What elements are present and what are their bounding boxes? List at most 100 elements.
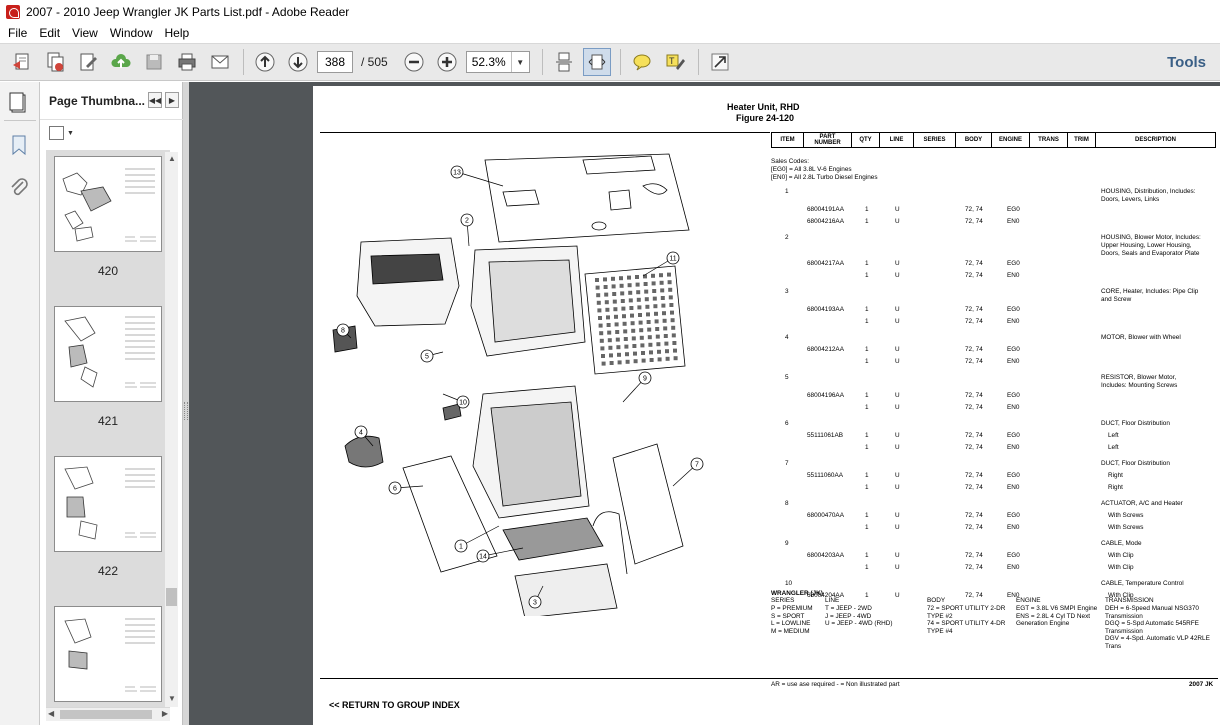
thumbnail-horizontal-scrollbar[interactable]: ◀ ▶ [46, 707, 170, 721]
part-number: 68004191AA [807, 206, 844, 213]
create-pdf-button[interactable] [8, 48, 36, 76]
core-cell [644, 297, 649, 302]
zoom-out-button[interactable] [400, 48, 428, 76]
combine-files-button[interactable] [41, 48, 69, 76]
core-cell [598, 316, 602, 320]
part-qty: 1 [865, 444, 869, 451]
document-area[interactable]: Heater Unit, RHD Figure 24-120 ITEM PART… [189, 82, 1220, 725]
add-comment-button[interactable] [628, 48, 656, 76]
part-body: 72, 74 [965, 318, 983, 325]
legend-body-entry: 74 = SPORT UTILITY 4-DR [927, 620, 1006, 627]
previous-page-button[interactable] [251, 48, 279, 76]
thumbnail-options-button[interactable]: ▼ [49, 126, 74, 140]
core-cell [639, 328, 644, 333]
thumbnail-vertical-scrollbar[interactable]: ▲ ▼ [165, 152, 178, 707]
legend-trans-entry: Transmission [1105, 612, 1143, 620]
callout-number: 2 [465, 218, 469, 225]
core-cell [605, 307, 610, 312]
highlight-text-button[interactable]: T [661, 48, 689, 76]
callout-leader [456, 171, 504, 187]
core-cell [656, 342, 661, 347]
core-cell [609, 353, 613, 358]
thumbnail-page-420[interactable]: 420 [54, 156, 162, 278]
print-button[interactable] [173, 48, 201, 76]
collapse-panel-button[interactable]: ◀◀ [148, 92, 162, 108]
thumbnail-image [54, 156, 162, 252]
email-button[interactable] [206, 48, 234, 76]
expand-button[interactable] [706, 48, 734, 76]
part-qty: 1 [865, 358, 869, 365]
thumbnail-page-421[interactable]: 421 [54, 306, 162, 428]
page-number-input[interactable]: 388 [317, 51, 353, 73]
thumbnail-image [54, 606, 162, 702]
pdf-page: Heater Unit, RHD Figure 24-120 ITEM PART… [313, 86, 1220, 725]
thumbnails-panel: Page Thumbna... ◀◀ ▶ ▼ 420 421 422 ▲ ▼ ◀… [40, 82, 183, 725]
scrollbar-thumb[interactable] [166, 588, 177, 606]
toolbar-separator [697, 49, 699, 75]
core-cell [643, 282, 648, 286]
thumbnail-list[interactable]: 420 421 422 [46, 150, 170, 710]
splitter-grip[interactable] [184, 402, 188, 420]
chevron-down-icon[interactable]: ▼ [510, 52, 529, 72]
fit-page-button[interactable] [582, 48, 611, 76]
core-cell [607, 338, 612, 343]
core-cell [660, 288, 665, 293]
col-body: BODY [956, 133, 992, 147]
scroll-left-icon[interactable]: ◀ [48, 709, 54, 718]
zoom-in-button[interactable] [433, 48, 461, 76]
core-cell [611, 284, 616, 289]
bookmark-icon [12, 135, 26, 156]
core-cell [629, 306, 634, 310]
upload-button[interactable] [107, 48, 135, 76]
core-cell [603, 285, 608, 289]
row-description: Doors, Levers, Links [1101, 196, 1160, 203]
menu-edit[interactable]: Edit [33, 26, 66, 40]
scroll-up-icon[interactable]: ▲ [168, 154, 176, 163]
core-cell [672, 341, 677, 345]
save-button[interactable] [140, 48, 168, 76]
core-cell [616, 345, 621, 350]
part-number: 68004193AA [807, 306, 844, 313]
tools-button[interactable]: Tools [1167, 54, 1206, 71]
attachments-button[interactable] [6, 174, 32, 200]
part-engine: EN0 [1007, 318, 1020, 325]
scroll-right-icon[interactable]: ▶ [162, 709, 168, 718]
edit-pdf-button[interactable] [74, 48, 102, 76]
row-item-number: 5 [785, 374, 789, 381]
scrolling-mode-button[interactable] [550, 48, 578, 76]
bookmarks-button[interactable] [6, 132, 32, 158]
part-line: U [895, 512, 900, 519]
core-cell [651, 273, 655, 278]
return-to-group-index-link[interactable]: << RETURN TO GROUP INDEX [329, 700, 460, 710]
zoom-select[interactable]: 52.3% ▼ [465, 51, 530, 73]
scrollbar-thumb[interactable] [60, 710, 152, 719]
row-item-number: 3 [785, 288, 789, 295]
core-cell [625, 352, 629, 357]
part-qty: 1 [865, 524, 869, 531]
part-engine: EN0 [1007, 272, 1020, 279]
part-detail: Left [1108, 444, 1119, 451]
callout-number: 10 [459, 400, 467, 407]
legend-heading: WRANGLER (JK) [771, 590, 823, 597]
page-thumbnails-button[interactable] [6, 90, 32, 116]
menu-view[interactable]: View [66, 26, 104, 40]
callout-number: 1 [459, 544, 463, 551]
core-cell [633, 359, 638, 364]
panel-menu-button[interactable]: ▶ [165, 92, 179, 108]
part-line: U [895, 218, 900, 225]
core-cell [619, 276, 623, 281]
part-body: 72, 74 [965, 472, 983, 479]
legend-series-entry: L = LOWLINE [771, 620, 811, 627]
legend-series-heading: SERIES [771, 597, 795, 604]
menu-help[interactable]: Help [159, 26, 196, 40]
scroll-down-icon[interactable]: ▼ [168, 694, 176, 703]
next-page-button[interactable] [284, 48, 312, 76]
menu-file[interactable]: File [2, 26, 33, 40]
thumbnail-page-next[interactable] [54, 606, 162, 702]
part-body: 72, 74 [965, 206, 983, 213]
menu-window[interactable]: Window [104, 26, 159, 40]
thumbnail-page-422[interactable]: 422 [54, 456, 162, 578]
core-cell [654, 319, 659, 324]
col-engine: ENGINE [992, 133, 1030, 147]
core-cell [628, 298, 633, 303]
